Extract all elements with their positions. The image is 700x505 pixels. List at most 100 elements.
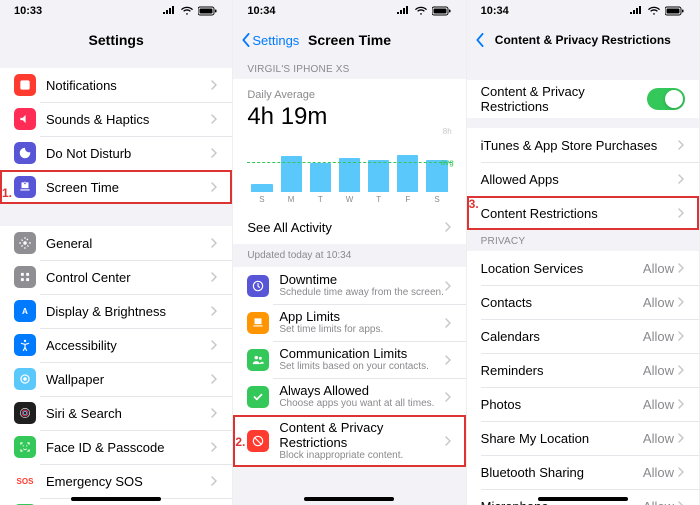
- usage-chart: 8h avg: [247, 137, 451, 192]
- chart-bar: [368, 160, 389, 192]
- row-wallpaper[interactable]: Wallpaper: [0, 362, 232, 396]
- row-label: Notifications: [46, 78, 211, 93]
- chart-max-label: 8h: [443, 127, 452, 136]
- row-itunes-app-store-purchases[interactable]: iTunes & App Store Purchases: [467, 128, 699, 162]
- status-icons: [162, 6, 218, 16]
- chevron-right-icon: [211, 306, 218, 316]
- downtime-icon: [247, 275, 269, 297]
- screentime-content[interactable]: VIRGIL'S IPHONE XS Daily Average 4h 19m …: [233, 58, 465, 505]
- row-reminders[interactable]: RemindersAllow: [467, 353, 699, 387]
- chart-day-label: W: [339, 195, 360, 204]
- row-bluetooth-sharing[interactable]: Bluetooth SharingAllow: [467, 455, 699, 489]
- status-time: 10:34: [481, 5, 509, 17]
- sos-icon: SOS: [14, 470, 36, 492]
- chevron-right-icon: [211, 238, 218, 248]
- chevron-right-icon: [211, 114, 218, 124]
- row-allowed-apps[interactable]: Allowed Apps: [467, 162, 699, 196]
- status-icons: [396, 6, 452, 16]
- row-label: iTunes & App Store Purchases: [481, 138, 678, 153]
- back-button[interactable]: [475, 33, 486, 47]
- row-detail: Allow: [643, 295, 674, 310]
- row-label: Location Services: [481, 261, 643, 276]
- row-emergency-sos[interactable]: SOSEmergency SOS: [0, 464, 232, 498]
- chart-bar: [281, 156, 302, 192]
- row-label: Accessibility: [46, 338, 211, 353]
- chart-day-label: F: [397, 195, 418, 204]
- chart-bar: [251, 184, 272, 192]
- row-general[interactable]: General: [0, 226, 232, 260]
- home-indicator[interactable]: [304, 497, 394, 501]
- row-always-allowed[interactable]: Always AllowedChoose apps you want at al…: [233, 378, 465, 415]
- row-siri-search[interactable]: Siri & Search: [0, 396, 232, 430]
- chevron-right-icon: [678, 208, 685, 218]
- control-icon: [14, 266, 36, 288]
- row-screen-time[interactable]: Screen Time: [0, 170, 232, 204]
- chart-day-label: T: [368, 195, 389, 204]
- row-contacts[interactable]: ContactsAllow: [467, 285, 699, 319]
- row-notifications[interactable]: Notifications: [0, 68, 232, 102]
- settings-phone: 10:33 Settings Notifications Sounds & Hap…: [0, 0, 233, 505]
- chart-day-label: S: [426, 195, 447, 204]
- content-privacy-toggle-row[interactable]: Content & Privacy Restrictions: [467, 80, 699, 118]
- home-indicator[interactable]: [538, 497, 628, 501]
- chart-day-label: M: [281, 195, 302, 204]
- page-title: Settings: [89, 32, 144, 48]
- device-section-header: VIRGIL'S IPHONE XS: [233, 58, 465, 79]
- nav-bar: Settings Screen Time: [233, 22, 465, 58]
- chevron-right-icon: [678, 263, 685, 273]
- row-subtitle: Choose apps you want at all times.: [279, 398, 444, 410]
- page-title: Screen Time: [308, 32, 391, 48]
- row-calendars[interactable]: CalendarsAllow: [467, 319, 699, 353]
- back-button[interactable]: Settings: [241, 33, 299, 48]
- chart-avg-label: avg: [441, 158, 454, 167]
- chevron-right-icon: [445, 222, 452, 232]
- row-label: Content & Privacy Restrictions: [279, 420, 444, 450]
- row-app-limits[interactable]: App LimitsSet time limits for apps.: [233, 304, 465, 341]
- chevron-right-icon: [211, 272, 218, 282]
- row-control-center[interactable]: Control Center: [0, 260, 232, 294]
- row-label: Content Restrictions: [481, 206, 678, 221]
- row-display-brightness[interactable]: ADisplay & Brightness: [0, 294, 232, 328]
- chevron-right-icon: [211, 476, 218, 486]
- row-content-privacy-restrictions[interactable]: Content & Privacy RestrictionsBlock inap…: [233, 415, 465, 467]
- row-label: Calendars: [481, 329, 643, 344]
- row-downtime[interactable]: DowntimeSchedule time away from the scre…: [233, 267, 465, 304]
- settings-content[interactable]: Notifications Sounds & Haptics Do Not Dist…: [0, 58, 232, 505]
- row-label: Siri & Search: [46, 406, 211, 421]
- status-time: 10:33: [14, 5, 42, 17]
- row-label: Always Allowed: [279, 383, 444, 398]
- row-share-my-location[interactable]: Share My LocationAllow: [467, 421, 699, 455]
- chevron-right-icon: [678, 331, 685, 341]
- nav-bar: Content & Privacy Restrictions: [467, 22, 699, 58]
- siri-icon: [14, 402, 36, 424]
- chevron-right-icon: [678, 433, 685, 443]
- row-communication-limits[interactable]: Communication LimitsSet limits based on …: [233, 341, 465, 378]
- home-indicator[interactable]: [71, 497, 161, 501]
- status-bar: 10:34: [467, 0, 699, 22]
- chevron-right-icon: [445, 436, 452, 446]
- restrictions-content[interactable]: Content & Privacy Restrictions iTunes & …: [467, 58, 699, 505]
- screentime-phone: 10:34 Settings Screen Time VIRGIL'S IPHO…: [233, 0, 466, 505]
- status-bar: 10:34: [233, 0, 465, 22]
- row-label: Wallpaper: [46, 372, 211, 387]
- row-face-id-passcode[interactable]: Face ID & Passcode: [0, 430, 232, 464]
- row-accessibility[interactable]: Accessibility: [0, 328, 232, 362]
- see-all-activity-row[interactable]: See All Activity: [233, 210, 465, 244]
- row-label: Sounds & Haptics: [46, 112, 211, 127]
- callout-3: 3.: [469, 197, 479, 211]
- row-photos[interactable]: PhotosAllow: [467, 387, 699, 421]
- row-do-not-disturb[interactable]: Do Not Disturb: [0, 136, 232, 170]
- row-label: App Limits: [279, 309, 444, 324]
- applimits-icon: [247, 312, 269, 334]
- row-sounds-haptics[interactable]: Sounds & Haptics: [0, 102, 232, 136]
- row-detail: Allow: [643, 431, 674, 446]
- row-location-services[interactable]: Location ServicesAllow: [467, 251, 699, 285]
- content-privacy-toggle[interactable]: [647, 88, 685, 110]
- row-subtitle: Block inappropriate content.: [279, 450, 444, 462]
- chevron-right-icon: [211, 148, 218, 158]
- chevron-right-icon: [211, 374, 218, 384]
- chart-day-label: T: [310, 195, 331, 204]
- daily-average-value: 4h 19m: [247, 103, 451, 131]
- row-content-restrictions[interactable]: Content Restrictions: [467, 196, 699, 230]
- row-label: Reminders: [481, 363, 643, 378]
